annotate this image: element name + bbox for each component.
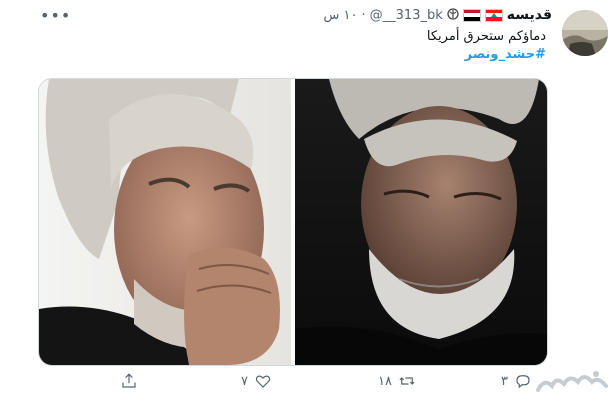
tweet-header: قديسه @__313_bk · ١٠ س (324, 7, 552, 23)
separator-dot: · (361, 7, 366, 23)
display-name[interactable]: قديسه (507, 7, 552, 23)
portrait-photos (39, 79, 547, 365)
retweet-icon (399, 377, 415, 385)
user-handle[interactable]: @__313_bk (370, 8, 443, 23)
tweet-body: دماؤكم ستحرق أمريكا #حشد_ونصر (427, 28, 546, 64)
like-button[interactable]: ٧ (241, 372, 272, 390)
retweet-button[interactable]: ١٨ (378, 372, 416, 390)
lebanon-flag-icon (484, 8, 503, 22)
hashtag-link[interactable]: #حشد_ونصر (427, 46, 546, 64)
share-icon (122, 373, 136, 388)
reply-count: ٣ (501, 373, 508, 389)
tweet-card: ••• قديسه @__313_bk · ١٠ س دماؤكم ستحرق … (0, 0, 614, 401)
iraq-flag-icon (462, 8, 481, 22)
share-button[interactable] (120, 372, 138, 390)
like-icon (255, 375, 271, 388)
reply-icon (516, 375, 530, 389)
tweet-timestamp[interactable]: ١٠ س (324, 8, 358, 23)
avatar[interactable] (562, 10, 608, 56)
tweet-media-image[interactable] (38, 78, 548, 366)
like-count: ٧ (241, 373, 248, 389)
retweet-count: ١٨ (378, 373, 392, 389)
site-watermark-logo (534, 368, 610, 398)
tweet-actions: ٣ ١٨ ٧ (0, 370, 614, 398)
emblem-icon (447, 7, 459, 23)
tweet-text: دماؤكم ستحرق أمريكا (426, 29, 546, 44)
more-options-icon[interactable]: ••• (40, 6, 71, 25)
reply-button[interactable]: ٣ (501, 372, 532, 390)
